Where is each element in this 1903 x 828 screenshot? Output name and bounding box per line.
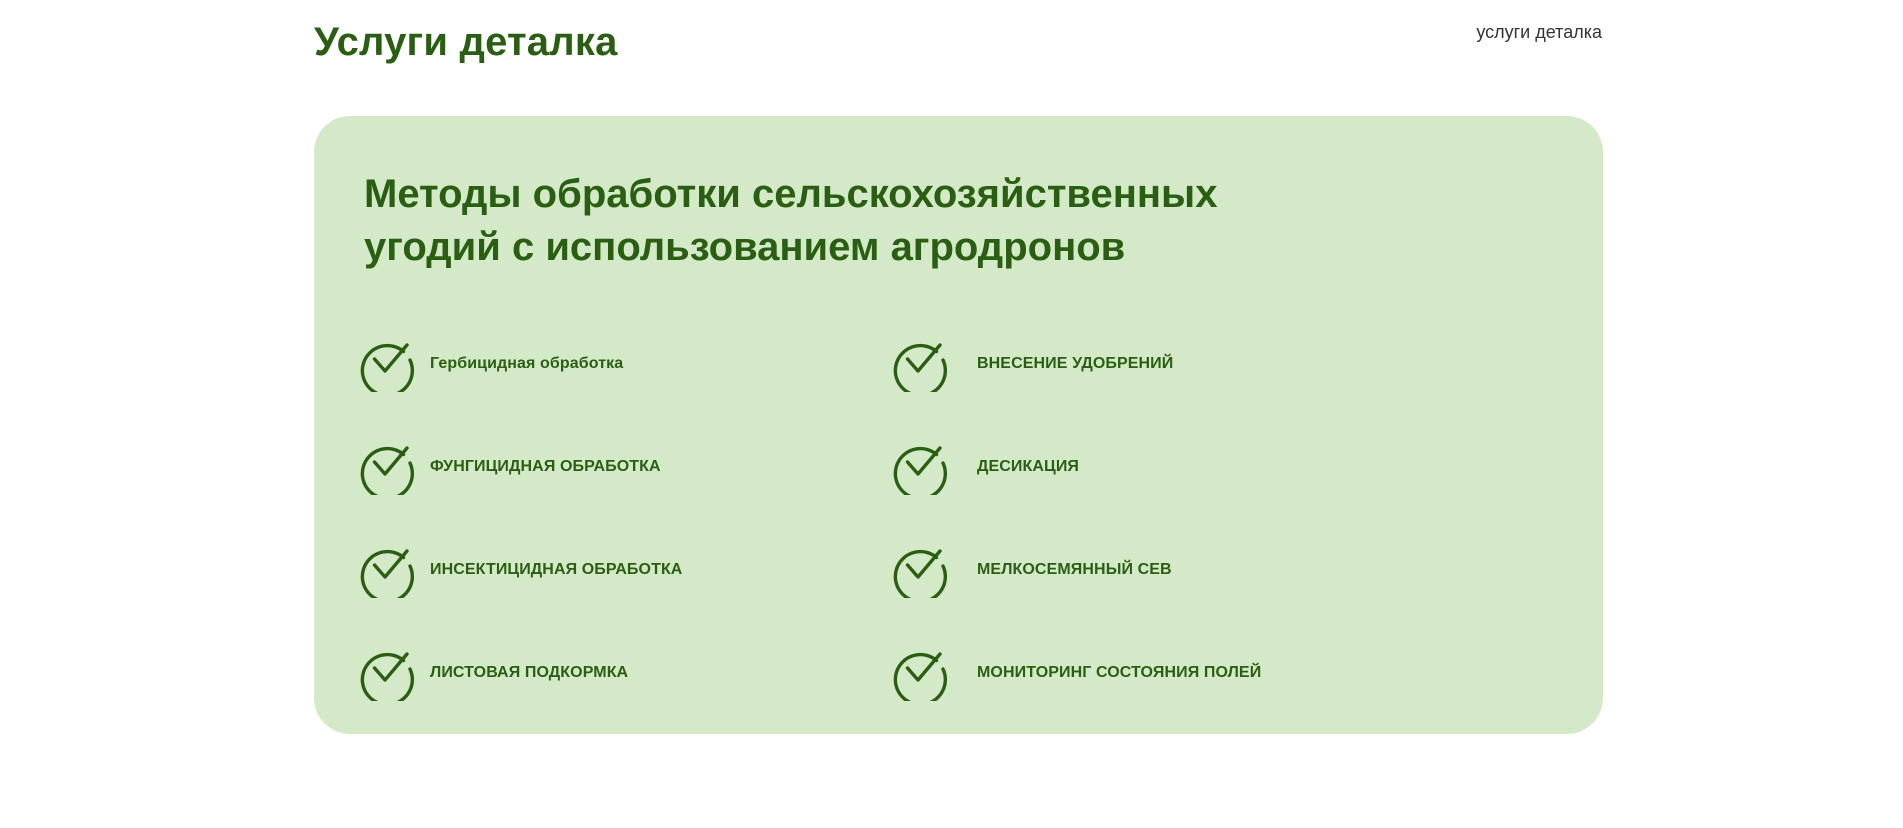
- check-circle-icon: [359, 645, 415, 701]
- service-label: МЕЛКОСЕМЯННЫЙ СЕВ: [977, 561, 1172, 578]
- service-label: ИНСЕКТИЦИДНАЯ ОБРАБОТКА: [430, 561, 683, 578]
- service-list: Гербицидная обработка ВНЕСЕНИЕ УДОБРЕНИЙ…: [359, 335, 1539, 705]
- services-card: Методы обработки сельскохозяйственных уг…: [314, 116, 1603, 734]
- check-circle-icon: [892, 439, 948, 495]
- service-label: ВНЕСЕНИЕ УДОБРЕНИЙ: [977, 355, 1174, 372]
- card-title: Методы обработки сельскохозяйственных уг…: [364, 172, 1218, 269]
- service-item-desiccation: ДЕСИКАЦИЯ: [892, 438, 1425, 496]
- service-label: ДЕСИКАЦИЯ: [977, 458, 1080, 475]
- service-item-insecticide: ИНСЕКТИЦИДНАЯ ОБРАБОТКА: [359, 541, 892, 599]
- check-circle-icon: [359, 439, 415, 495]
- check-circle-icon: [892, 336, 948, 392]
- check-circle-icon: [892, 542, 948, 598]
- page: Услуги деталка услуги деталка Методы обр…: [0, 0, 1903, 828]
- check-circle-icon: [359, 336, 415, 392]
- service-item-fertilizer: ВНЕСЕНИЕ УДОБРЕНИЙ: [892, 335, 1425, 393]
- page-title: Услуги деталка: [314, 20, 618, 64]
- breadcrumb[interactable]: услуги деталка: [1476, 20, 1602, 44]
- service-label: ФУНГИЦИДНАЯ ОБРАБОТКА: [430, 458, 661, 475]
- service-item-fungicide: ФУНГИЦИДНАЯ ОБРАБОТКА: [359, 438, 892, 496]
- service-item-small-seed-sowing: МЕЛКОСЕМЯННЫЙ СЕВ: [892, 541, 1425, 599]
- check-circle-icon: [892, 645, 948, 701]
- service-label: Гербицидная обработка: [430, 355, 624, 372]
- service-item-field-monitoring: МОНИТОРИНГ СОСТОЯНИЯ ПОЛЕЙ: [892, 644, 1425, 702]
- service-item-herbicide: Гербицидная обработка: [359, 335, 892, 393]
- check-circle-icon: [359, 542, 415, 598]
- service-label: МОНИТОРИНГ СОСТОЯНИЯ ПОЛЕЙ: [977, 664, 1262, 681]
- service-item-foliar-feeding: ЛИСТОВАЯ ПОДКОРМКА: [359, 644, 892, 702]
- service-label: ЛИСТОВАЯ ПОДКОРМКА: [430, 664, 629, 681]
